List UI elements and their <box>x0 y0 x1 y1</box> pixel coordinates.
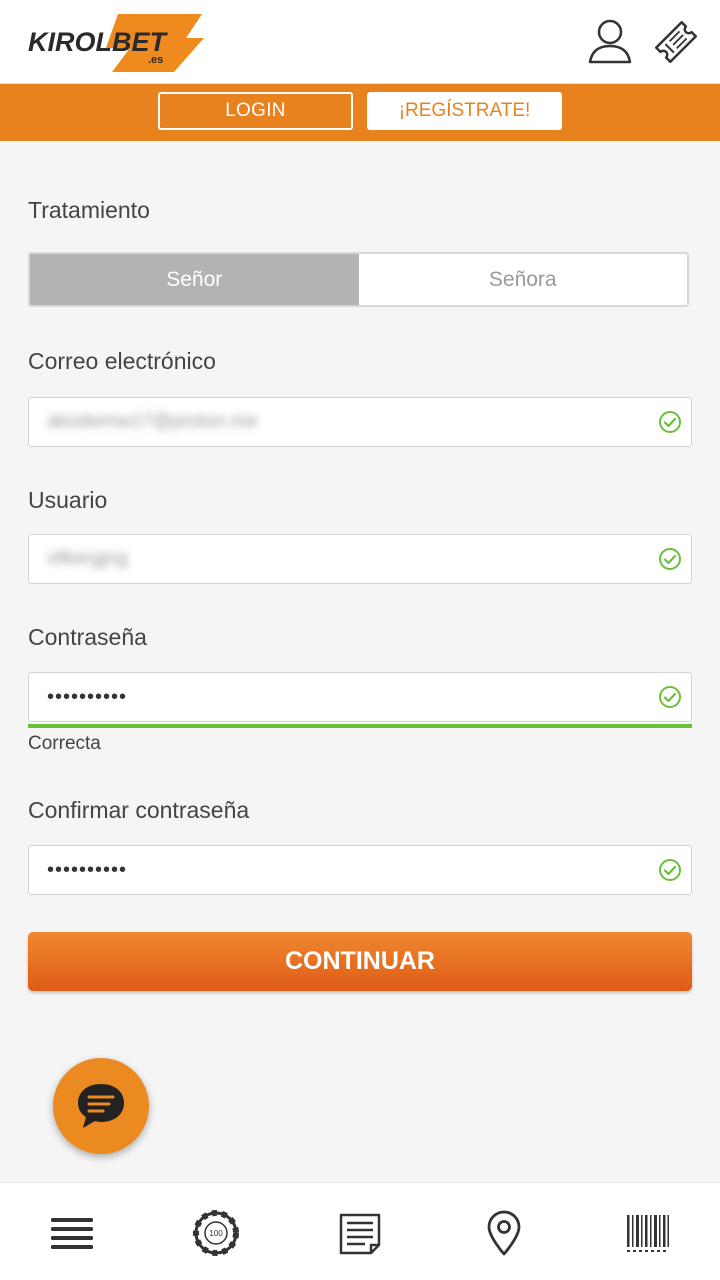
svg-text:.es: .es <box>148 54 163 66</box>
treatment-label: Tratamiento <box>28 197 150 223</box>
password-value: •••••••••• <box>47 686 128 708</box>
location-pin-icon[interactable] <box>480 1209 528 1257</box>
confirm-password-value: •••••••••• <box>47 859 128 881</box>
username-label: Usuario <box>28 487 108 513</box>
bottom-navigation: 100 <box>0 1182 720 1280</box>
news-icon[interactable] <box>336 1209 384 1257</box>
user-icon[interactable] <box>586 16 634 68</box>
barcode-icon[interactable] <box>624 1209 672 1257</box>
password-field[interactable]: •••••••••• <box>28 672 692 722</box>
login-button[interactable]: LOGIN <box>158 92 353 130</box>
chat-button[interactable] <box>53 1058 149 1154</box>
chat-icon <box>78 1084 124 1128</box>
register-button[interactable]: ¡REGÍSTRATE! <box>367 92 562 130</box>
email-value: aksdwrnw17@proton.me <box>47 411 258 432</box>
password-strength-bar <box>28 724 692 728</box>
valid-check-icon <box>658 685 682 709</box>
top-header: KIROLBET .es <box>0 0 720 84</box>
password-label: Contraseña <box>28 624 147 650</box>
svg-text:100: 100 <box>209 1229 223 1238</box>
confirm-password-label: Confirmar contraseña <box>28 797 250 823</box>
username-value: vllkergjng <box>47 548 128 569</box>
email-label: Correo electrónico <box>28 348 216 374</box>
valid-check-icon <box>658 547 682 571</box>
email-field[interactable]: aksdwrnw17@proton.me <box>28 397 692 447</box>
continue-button[interactable]: CONTINUAR <box>28 932 692 991</box>
password-strength-text: Correcta <box>28 733 101 754</box>
menu-icon[interactable] <box>48 1209 96 1257</box>
treatment-option-senora[interactable]: Señora <box>358 254 687 305</box>
auth-bar: LOGIN ¡REGÍSTRATE! <box>0 84 720 141</box>
valid-check-icon <box>658 410 682 434</box>
ticket-icon[interactable] <box>652 16 700 68</box>
confirm-password-field[interactable]: •••••••••• <box>28 845 692 895</box>
treatment-selector: Señor Señora <box>28 252 689 307</box>
kirolbet-logo[interactable]: KIROLBET .es <box>26 10 206 74</box>
valid-check-icon <box>658 858 682 882</box>
svg-text:KIROLBET: KIROLBET <box>28 27 169 57</box>
treatment-option-senor[interactable]: Señor <box>30 254 359 305</box>
username-field[interactable]: vllkergjng <box>28 534 692 584</box>
casino-chip-icon[interactable]: 100 <box>192 1209 240 1257</box>
